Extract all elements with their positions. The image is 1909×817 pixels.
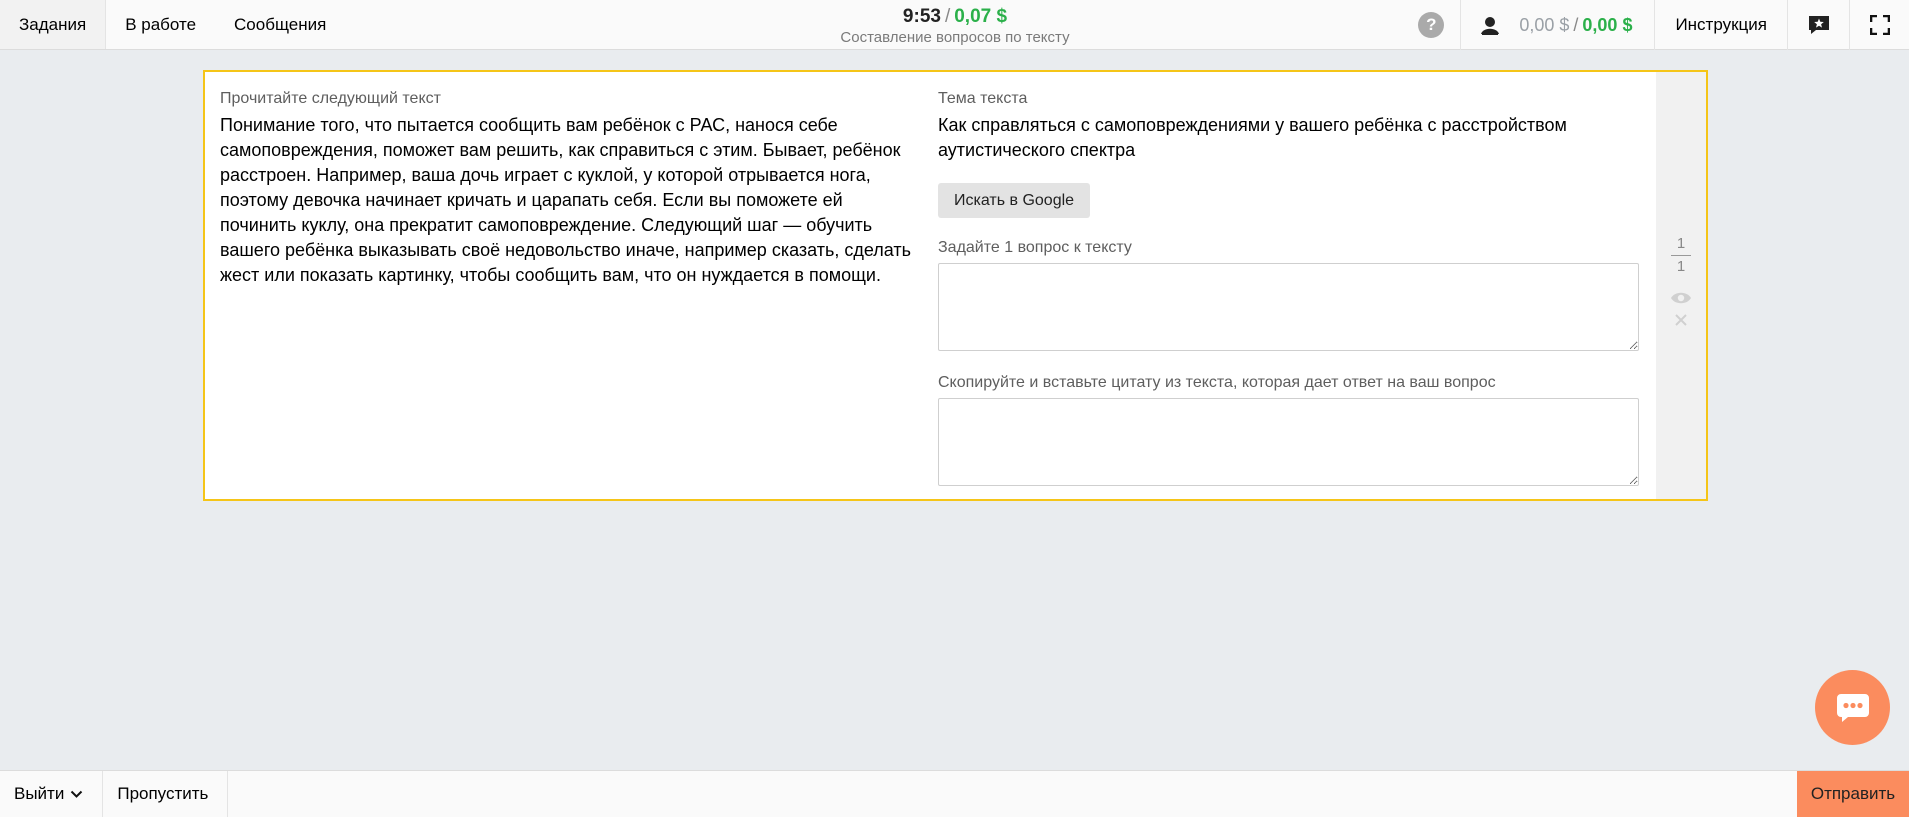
source-text: Понимание того, что пытается сообщить ва… — [220, 115, 912, 285]
question-input[interactable] — [938, 263, 1639, 351]
search-google-button[interactable]: Искать в Google — [938, 183, 1091, 218]
nav-in-progress[interactable]: В работе — [106, 0, 215, 49]
balance-separator: / — [1573, 14, 1579, 35]
topic-label: Тема текста — [938, 90, 1028, 107]
text-label: Прочитайте следующий текст — [220, 90, 441, 107]
balance[interactable]: 0,00 $ / 0,00 $ — [1460, 0, 1654, 50]
feedback-button[interactable] — [1787, 0, 1849, 50]
timer-separator: / — [944, 6, 951, 27]
instruction-button[interactable]: Инструкция — [1654, 0, 1787, 50]
eye-icon[interactable] — [1670, 291, 1692, 305]
fullscreen-icon — [1869, 15, 1890, 35]
nav-messages[interactable]: Сообщения — [215, 0, 345, 49]
close-icon[interactable] — [1674, 313, 1688, 327]
task-reward: 0,07 $ — [954, 6, 1008, 27]
timer-line: 9:53/0,07 $ — [740, 5, 1170, 29]
topic-text: Как справляться с самоповреждениями у ва… — [938, 115, 1567, 160]
exit-button[interactable]: Выйти — [0, 771, 104, 817]
text-column: Прочитайте следующий текст Понимание тог… — [220, 89, 938, 499]
topbar-right: ? 0,00 $ / 0,00 $ Инструкция — [1402, 0, 1909, 50]
nav-tasks[interactable]: Задания — [0, 0, 107, 49]
counter-divider — [1671, 255, 1691, 256]
balance-available: 0,00 $ — [1582, 14, 1633, 35]
chat-bubble-icon — [1836, 693, 1869, 722]
task-content: Прочитайте следующий текст Понимание тог… — [205, 72, 1656, 499]
fullscreen-button[interactable] — [1849, 0, 1909, 50]
chevron-down-icon — [71, 790, 83, 798]
answer-column: Тема текста Как справляться с самоповреж… — [938, 89, 1641, 499]
task-counter: 1 1 — [1671, 234, 1691, 277]
timer: 9:53 — [902, 6, 941, 27]
bottom-bar: Выйти Пропустить Отправить — [0, 770, 1909, 817]
submit-button[interactable]: Отправить — [1797, 771, 1909, 817]
skip-button[interactable]: Пропустить — [103, 771, 229, 817]
top-bar: Задания В работе Сообщения 9:53/0,07 $ С… — [0, 0, 1909, 50]
help-icon: ? — [1418, 12, 1445, 38]
support-chat-button[interactable] — [1815, 670, 1890, 745]
help-button[interactable]: ? — [1402, 0, 1460, 50]
counter-current: 1 — [1676, 235, 1686, 252]
chat-star-icon — [1808, 16, 1829, 34]
quote-label: Скопируйте и вставьте цитату из текста, … — [938, 374, 1496, 391]
task-card: Прочитайте следующий текст Понимание тог… — [203, 70, 1708, 501]
task-info: 9:53/0,07 $ Составление вопросов по текс… — [740, 5, 1170, 47]
counter-total: 1 — [1676, 258, 1686, 275]
task-title: Составление вопросов по тексту — [840, 29, 1070, 46]
exit-label: Выйти — [14, 784, 65, 803]
user-icon — [1481, 17, 1500, 35]
balance-pending: 0,00 $ — [1519, 14, 1570, 35]
card-sidebar: 1 1 — [1656, 72, 1706, 499]
quote-input[interactable] — [938, 398, 1639, 486]
question-label: Задайте 1 вопрос к тексту — [938, 239, 1132, 256]
main-nav: Задания В работе Сообщения — [0, 0, 345, 49]
